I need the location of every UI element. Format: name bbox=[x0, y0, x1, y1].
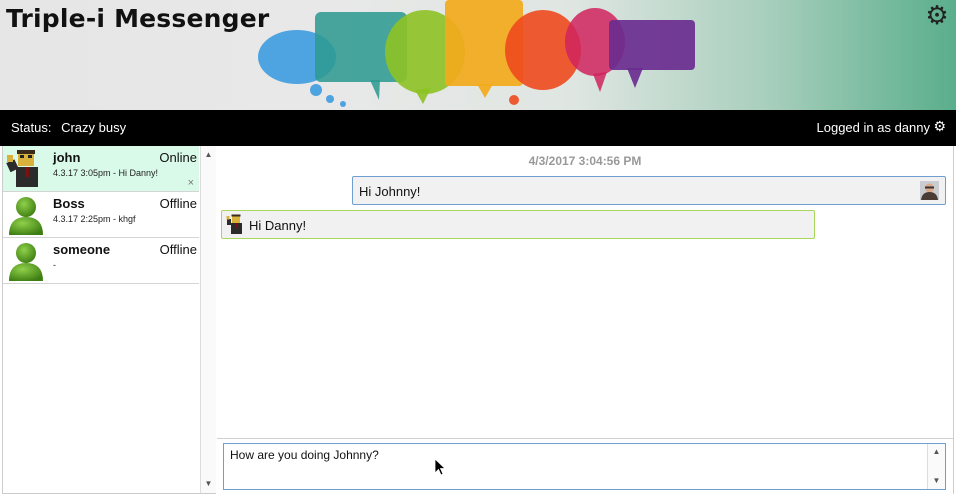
message-text: Hi Johnny! bbox=[359, 184, 421, 199]
contact-item-boss[interactable]: Boss Offline 4.3.17 2:25pm - khgf bbox=[3, 192, 199, 238]
input-divider bbox=[217, 438, 953, 439]
contact-avatar-lego-figure bbox=[6, 150, 38, 187]
contact-name: someone bbox=[53, 242, 111, 257]
scroll-down-arrow-icon[interactable]: ▼ bbox=[201, 477, 216, 491]
input-scrollbar[interactable]: ▲ ▼ bbox=[927, 444, 945, 489]
contact-online-status: Offline bbox=[159, 242, 197, 257]
scroll-up-arrow-icon[interactable]: ▲ bbox=[201, 148, 216, 162]
contact-avatar-lego-figure bbox=[226, 214, 242, 234]
user-photo-avatar bbox=[920, 181, 939, 200]
contact-item-someone[interactable]: someone Offline - bbox=[3, 238, 199, 284]
contact-name: john bbox=[53, 150, 81, 165]
contact-last-message: - bbox=[53, 260, 56, 270]
contact-online-status: Offline bbox=[159, 196, 197, 211]
chat-timestamp: 4/3/2017 3:04:56 PM bbox=[528, 154, 642, 168]
mouse-cursor-icon bbox=[434, 458, 446, 476]
contact-online-status: Online bbox=[159, 150, 197, 165]
speech-bubbles-logo bbox=[258, 0, 695, 107]
status-display[interactable]: Status: Crazy busy bbox=[11, 120, 126, 135]
chat-panel: 4/3/2017 3:04:56 PM Hi Johnny! Hi Danny!… bbox=[217, 146, 954, 494]
logged-in-user: Logged in as danny bbox=[816, 120, 930, 135]
message-input-box[interactable]: ▲ ▼ bbox=[223, 443, 946, 490]
app-header: Triple-i Messenger ⚙ bbox=[0, 0, 956, 110]
default-user-avatar-icon bbox=[9, 197, 43, 235]
scroll-down-arrow-icon[interactable]: ▼ bbox=[928, 474, 945, 488]
user-settings-gear-icon[interactable]: ⚙ bbox=[933, 119, 946, 133]
contact-item-john[interactable]: john Online 4.3.17 3:05pm - Hi Danny! × bbox=[3, 146, 199, 192]
message-input[interactable] bbox=[230, 448, 920, 486]
incoming-message: Hi Danny! bbox=[221, 210, 815, 239]
app-title: Triple-i Messenger bbox=[6, 4, 270, 33]
close-chat-icon[interactable]: × bbox=[188, 177, 194, 189]
contact-list: john Online 4.3.17 3:05pm - Hi Danny! × … bbox=[3, 146, 200, 494]
contact-name: Boss bbox=[53, 196, 85, 211]
scroll-up-arrow-icon[interactable]: ▲ bbox=[928, 445, 945, 459]
status-bar: Status: Crazy busy Logged in as danny ⚙ bbox=[0, 110, 956, 146]
settings-gear-icon[interactable]: ⚙ bbox=[924, 2, 950, 28]
outgoing-message: Hi Johnny! bbox=[352, 176, 946, 205]
contact-last-message: 4.3.17 3:05pm - Hi Danny! bbox=[53, 168, 159, 178]
status-label: Status: bbox=[11, 120, 52, 135]
message-text: Hi Danny! bbox=[249, 218, 307, 233]
default-user-avatar-icon bbox=[9, 243, 43, 281]
status-value: Crazy busy bbox=[61, 120, 127, 135]
contact-list-scrollbar[interactable]: ▲ ▼ bbox=[200, 146, 216, 493]
contact-last-message: 4.3.17 2:25pm - khgf bbox=[53, 214, 136, 224]
contact-list-panel: john Online 4.3.17 3:05pm - Hi Danny! × … bbox=[2, 146, 216, 494]
